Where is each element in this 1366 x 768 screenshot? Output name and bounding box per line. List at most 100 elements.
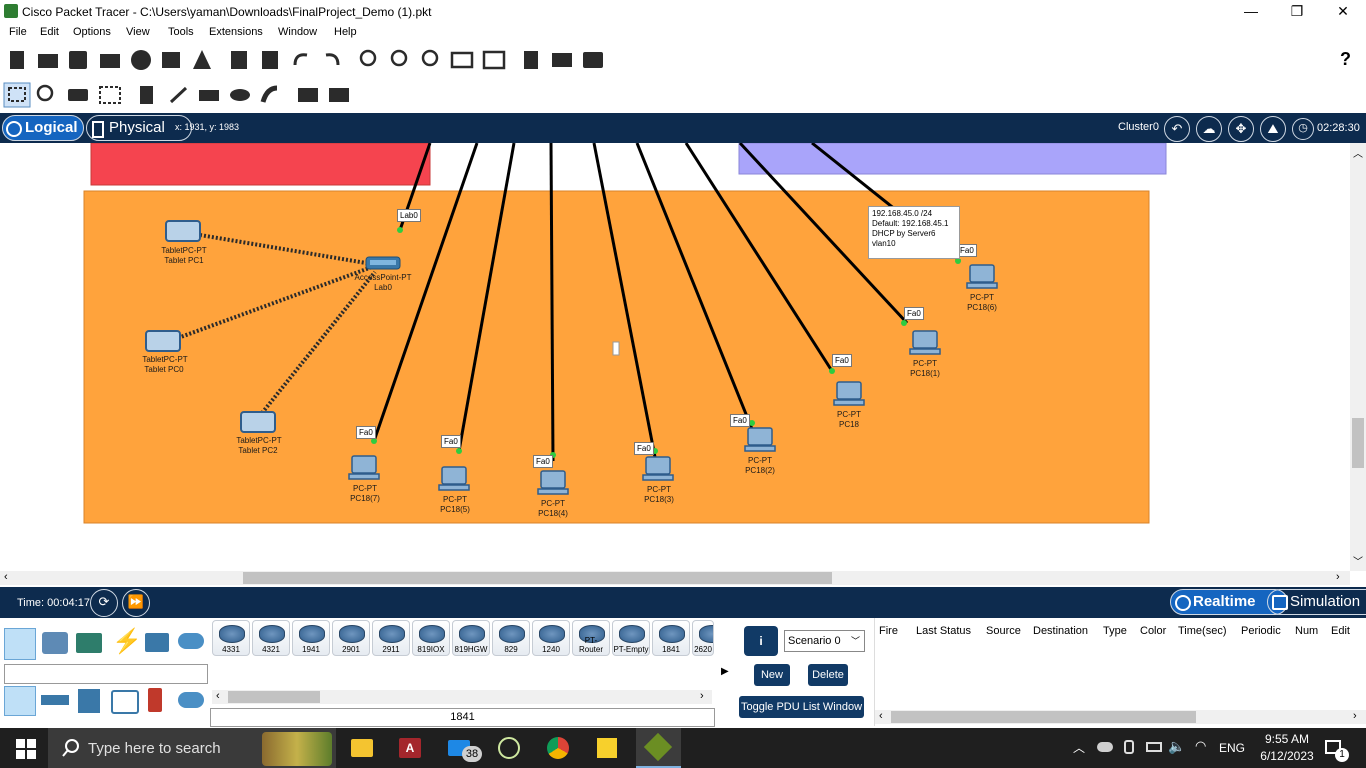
pdu-column-header[interactable]: Edit <box>1331 625 1350 637</box>
hub-icon[interactable] <box>78 689 100 713</box>
new-file-icon[interactable] <box>10 51 24 69</box>
network-info-icon[interactable] <box>162 52 180 68</box>
taskbar-date[interactable]: 6/12/2023 <box>1250 749 1324 763</box>
file-explorer-icon[interactable] <box>351 739 373 757</box>
scroll-thumb[interactable] <box>1352 418 1364 468</box>
language-indicator[interactable]: ENG <box>1219 741 1245 755</box>
onedrive-icon[interactable] <box>1097 742 1113 752</box>
panel-expand-arrow[interactable]: ▶ <box>721 666 729 677</box>
model-tile[interactable]: 1841 <box>652 620 690 656</box>
pc-icon[interactable] <box>966 264 998 289</box>
tablet-icon[interactable] <box>165 220 201 242</box>
pc-icon[interactable] <box>348 455 380 480</box>
wifi-icon[interactable]: ◠ <box>1195 738 1206 754</box>
access-app-icon[interactable]: A <box>399 738 421 758</box>
print-icon[interactable] <box>100 54 120 68</box>
model-tile[interactable]: 2620 <box>692 620 714 656</box>
model-tile[interactable]: PT-Router <box>572 620 610 656</box>
power-cycle-icon[interactable]: ⟳ <box>90 589 118 617</box>
help-icon[interactable]: ? <box>1340 49 1351 70</box>
background-icon[interactable]: ⛰ <box>1260 116 1286 142</box>
menu-window[interactable]: Window <box>278 26 317 38</box>
close-button[interactable]: ✕ <box>1320 0 1366 24</box>
pdu-table-scrollbar[interactable]: ‹ › <box>875 710 1366 724</box>
inspect-icon[interactable] <box>36 84 54 102</box>
zoom-reset-icon[interactable] <box>390 49 408 67</box>
model-tile[interactable]: 4331 <box>212 620 250 656</box>
pc-icon[interactable] <box>438 466 470 491</box>
menu-view[interactable]: View <box>126 26 150 38</box>
model-tile[interactable]: 1941 <box>292 620 330 656</box>
model-tile[interactable]: 819HGW <box>452 620 490 656</box>
scroll-right-arrow[interactable]: › <box>1336 571 1340 583</box>
tablet-icon[interactable] <box>240 411 276 433</box>
draw-rectangle-icon[interactable] <box>199 90 219 101</box>
move-icon[interactable]: ✥ <box>1228 116 1254 142</box>
model-tile[interactable]: 829 <box>492 620 530 656</box>
cloud-icon[interactable]: ☁ <box>1196 116 1222 142</box>
delete-tool-icon[interactable] <box>68 89 88 101</box>
wan-emulation-icon[interactable] <box>178 692 204 708</box>
scroll-right-arrow[interactable]: › <box>700 690 704 702</box>
multiuser-cloud-icon[interactable] <box>178 633 204 649</box>
volume-icon[interactable]: 🔈 <box>1168 738 1185 755</box>
pc-icon[interactable] <box>642 456 674 481</box>
model-tile[interactable]: 2911 <box>372 620 410 656</box>
scroll-thumb[interactable] <box>243 572 832 584</box>
toggle-pdu-list-button[interactable]: Toggle PDU List Window <box>739 696 864 718</box>
pc-icon[interactable] <box>537 470 569 495</box>
resize-shape-icon[interactable] <box>99 86 121 104</box>
scroll-thumb[interactable] <box>228 691 320 703</box>
scroll-down-arrow[interactable]: ﹀ <box>1353 553 1363 568</box>
connections-icon[interactable]: ⚡ <box>112 629 142 655</box>
menu-options[interactable]: Options <box>73 26 111 38</box>
viewport-icon[interactable] <box>583 52 603 68</box>
scroll-right-arrow[interactable]: › <box>1353 710 1357 722</box>
category-network-devices[interactable] <box>4 628 36 660</box>
components-icon[interactable] <box>76 633 102 653</box>
model-scrollbar[interactable]: ‹ › <box>212 690 712 704</box>
model-tile[interactable]: 1240 <box>532 620 570 656</box>
info-icon[interactable]: i <box>744 626 778 656</box>
menu-tools[interactable]: Tools <box>168 26 194 38</box>
new-pdu-button[interactable]: New <box>754 664 790 686</box>
taskbar-time[interactable]: 9:55 AM <box>1254 732 1320 746</box>
pc-icon[interactable] <box>833 381 865 406</box>
zoom-out-icon[interactable] <box>421 49 439 67</box>
menu-help[interactable]: Help <box>334 26 357 38</box>
model-tile[interactable]: 4321 <box>252 620 290 656</box>
maximize-button[interactable]: ❐ <box>1274 0 1320 24</box>
scenario-select[interactable]: Scenario 0 ﹀ <box>784 630 865 652</box>
switch-icon[interactable] <box>41 695 69 705</box>
copy-icon[interactable] <box>231 51 247 69</box>
draw-ellipse-icon[interactable] <box>230 89 250 101</box>
notes-icon[interactable] <box>524 51 538 69</box>
packet-tracer-taskbar-icon[interactable] <box>498 737 520 759</box>
webcam-icon[interactable] <box>1124 740 1134 754</box>
globe-clock-icon[interactable]: ◷ <box>1292 118 1314 140</box>
back-icon[interactable]: ↶ <box>1164 116 1190 142</box>
pdu-column-header[interactable]: Last Status <box>916 625 971 637</box>
menu-file[interactable]: File <box>9 26 27 38</box>
pdu-column-header[interactable]: Destination <box>1033 625 1088 637</box>
simple-pdu-icon[interactable] <box>298 88 318 102</box>
pdu-column-header[interactable]: Fire <box>879 625 898 637</box>
security-icon[interactable] <box>148 688 162 712</box>
drawing-palette-icon[interactable] <box>450 51 474 69</box>
end-devices-icon[interactable] <box>42 632 68 654</box>
battery-icon[interactable] <box>1146 742 1162 752</box>
taskbar-search-box[interactable]: Type here to search <box>48 728 336 768</box>
pdu-column-header[interactable]: Num <box>1295 625 1318 637</box>
horizontal-scrollbar[interactable]: ‹ › <box>0 571 1350 585</box>
logical-workspace[interactable]: Lab0 AccessPoint-PT Lab0 TabletPC-PT Tab… <box>0 143 1350 571</box>
scroll-left-arrow[interactable]: ‹ <box>4 571 8 583</box>
complex-pdu-icon[interactable] <box>329 88 349 102</box>
pc-icon[interactable] <box>909 330 941 355</box>
subcategory-routers[interactable] <box>4 686 36 716</box>
draw-line-icon[interactable] <box>169 86 188 104</box>
active-app-icon[interactable] <box>636 728 681 768</box>
chrome-icon[interactable] <box>547 737 569 759</box>
minimize-button[interactable]: — <box>1228 0 1274 24</box>
network-note[interactable]: 192.168.45.0 /24 Default: 192.168.45.1 D… <box>868 206 960 259</box>
wireless-device-icon[interactable] <box>111 690 139 714</box>
